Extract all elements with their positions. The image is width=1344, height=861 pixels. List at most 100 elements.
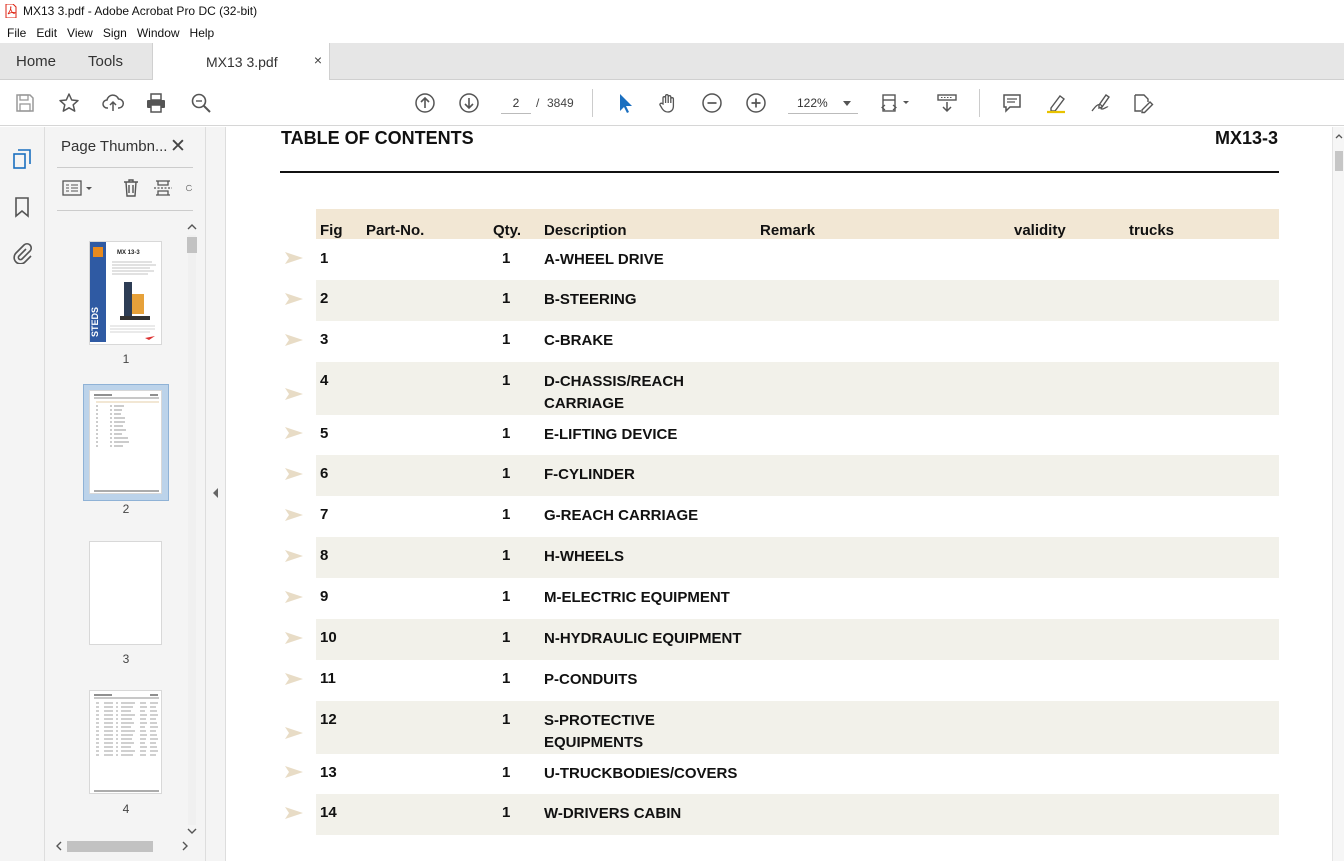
insert-page-icon[interactable] bbox=[153, 177, 173, 199]
page-up-icon[interactable] bbox=[412, 90, 438, 116]
star-icon[interactable] bbox=[56, 90, 82, 116]
thumbnail-page-1[interactable]: STEDS MX 13-3 bbox=[89, 241, 162, 345]
link-arrow-icon[interactable] bbox=[284, 508, 304, 522]
link-arrow-icon[interactable] bbox=[284, 590, 304, 604]
row-description[interactable]: B-STEERING bbox=[544, 289, 764, 311]
link-arrow-icon[interactable] bbox=[284, 426, 304, 440]
page-thumbnails-icon[interactable] bbox=[10, 147, 34, 171]
zoom-in-icon[interactable] bbox=[743, 90, 769, 116]
row-qty: 1 bbox=[502, 711, 511, 728]
row-description[interactable]: D-CHASSIS/REACH CARRIAGE bbox=[544, 371, 764, 415]
link-arrow-icon[interactable] bbox=[284, 467, 304, 481]
delete-page-icon[interactable] bbox=[121, 177, 141, 199]
scroll-down-icon[interactable] bbox=[185, 825, 199, 837]
table-row: 10 1 N-HYDRAULIC EQUIPMENT bbox=[316, 619, 1279, 660]
window-title: MX13 3.pdf - Adobe Acrobat Pro DC (32-bi… bbox=[23, 4, 258, 18]
divider bbox=[57, 167, 193, 168]
table-row: 5 1 E-LIFTING DEVICE bbox=[316, 415, 1279, 455]
close-tab-icon[interactable]: × bbox=[314, 52, 322, 68]
row-description[interactable]: P-CONDUITS bbox=[544, 669, 764, 691]
thumbnail-options-icon[interactable] bbox=[61, 177, 95, 199]
tab-document[interactable]: MX13 3.pdf × bbox=[152, 43, 330, 81]
row-fig: 1 bbox=[320, 250, 329, 267]
link-arrow-icon[interactable] bbox=[284, 726, 304, 740]
menu-view[interactable]: View bbox=[67, 26, 93, 40]
row-qty: 1 bbox=[502, 547, 511, 564]
scrollbar-thumb[interactable] bbox=[187, 237, 197, 253]
sign-icon[interactable] bbox=[1087, 90, 1113, 116]
bookmark-icon[interactable] bbox=[10, 195, 34, 219]
upload-icon[interactable] bbox=[100, 90, 126, 116]
col-part-no: Part-No. bbox=[366, 222, 425, 239]
row-description[interactable]: E-LIFTING DEVICE bbox=[544, 424, 764, 446]
highlight-icon[interactable] bbox=[1043, 90, 1069, 116]
comment-icon[interactable] bbox=[999, 90, 1025, 116]
link-arrow-icon[interactable] bbox=[284, 333, 304, 347]
link-arrow-icon[interactable] bbox=[284, 672, 304, 686]
document-vertical-scrollbar[interactable] bbox=[1332, 127, 1344, 861]
scrollbar-thumb[interactable] bbox=[67, 841, 153, 852]
tab-tools[interactable]: Tools bbox=[88, 43, 123, 80]
row-description-line: B-STEERING bbox=[544, 291, 637, 308]
edit-pdf-icon[interactable] bbox=[1130, 90, 1156, 116]
scroll-mode-icon[interactable] bbox=[934, 90, 960, 116]
row-description[interactable]: M-ELECTRIC EQUIPMENT bbox=[544, 587, 764, 609]
link-arrow-icon[interactable] bbox=[284, 387, 304, 401]
thumbnails-horizontal-scrollbar[interactable] bbox=[53, 839, 193, 853]
row-description-line: P-CONDUITS bbox=[544, 671, 638, 688]
rotate-page-icon[interactable] bbox=[185, 177, 193, 199]
scrollbar-thumb[interactable] bbox=[1335, 151, 1343, 171]
scroll-up-icon[interactable] bbox=[185, 221, 199, 233]
attachment-icon[interactable] bbox=[10, 241, 34, 265]
search-zoom-icon[interactable] bbox=[188, 90, 214, 116]
page-number-input[interactable] bbox=[501, 92, 531, 114]
select-arrow-icon[interactable] bbox=[611, 90, 637, 116]
save-icon[interactable] bbox=[12, 90, 38, 116]
menu-help[interactable]: Help bbox=[190, 26, 215, 40]
thumbnails-vertical-scrollbar[interactable] bbox=[185, 219, 199, 839]
scroll-up-icon[interactable] bbox=[1333, 131, 1344, 141]
print-icon[interactable] bbox=[143, 90, 169, 116]
link-arrow-icon[interactable] bbox=[284, 765, 304, 779]
scroll-left-icon[interactable] bbox=[53, 839, 65, 853]
menu-window[interactable]: Window bbox=[137, 26, 180, 40]
row-description[interactable]: U-TRUCKBODIES/COVERS bbox=[544, 763, 764, 785]
panel-collapse-handle[interactable] bbox=[206, 127, 226, 861]
thumbnail-page-3[interactable] bbox=[89, 541, 162, 645]
link-arrow-icon[interactable] bbox=[284, 549, 304, 563]
thumbnail-page-2[interactable] bbox=[89, 390, 162, 494]
toolbar-divider bbox=[979, 89, 980, 117]
hand-icon[interactable] bbox=[655, 90, 681, 116]
zoom-out-icon[interactable] bbox=[699, 90, 725, 116]
row-qty: 1 bbox=[502, 372, 511, 389]
link-arrow-icon[interactable] bbox=[284, 292, 304, 306]
fit-page-icon[interactable] bbox=[876, 90, 914, 116]
link-arrow-icon[interactable] bbox=[284, 631, 304, 645]
row-description[interactable]: N-HYDRAULIC EQUIPMENT bbox=[544, 628, 764, 650]
row-description[interactable]: W-DRIVERS CABIN bbox=[544, 803, 764, 825]
thumbnail-page-4[interactable] bbox=[89, 690, 162, 794]
link-arrow-icon[interactable] bbox=[284, 806, 304, 820]
col-validity: validity bbox=[1014, 222, 1066, 239]
thumbnail-label-3: 3 bbox=[122, 652, 130, 666]
page-down-icon[interactable] bbox=[456, 90, 482, 116]
menu-file[interactable]: File bbox=[7, 26, 26, 40]
row-description[interactable]: F-CYLINDER bbox=[544, 464, 764, 486]
zoom-select[interactable]: 122% bbox=[788, 92, 858, 114]
col-trucks: trucks bbox=[1129, 222, 1175, 239]
link-arrow-icon[interactable] bbox=[284, 251, 304, 265]
row-description[interactable]: G-REACH CARRIAGE bbox=[544, 505, 764, 527]
row-description-line: A-WHEEL DRIVE bbox=[544, 251, 664, 268]
close-icon[interactable]: ✕ bbox=[170, 135, 186, 158]
document-view[interactable]: TABLE OF CONTENTS MX13-3 Fig Part-No. Qt… bbox=[226, 127, 1332, 861]
row-description[interactable]: A-WHEEL DRIVE bbox=[544, 249, 764, 271]
menu-edit[interactable]: Edit bbox=[36, 26, 57, 40]
row-description[interactable]: C-BRAKE bbox=[544, 330, 764, 352]
tab-home[interactable]: Home bbox=[16, 43, 56, 80]
scroll-right-icon[interactable] bbox=[179, 839, 191, 853]
row-fig: 13 bbox=[320, 764, 337, 781]
menu-sign[interactable]: Sign bbox=[103, 26, 127, 40]
row-description[interactable]: S-PROTECTIVE EQUIPMENTS bbox=[544, 710, 764, 754]
row-description[interactable]: H-WHEELS bbox=[544, 546, 764, 568]
row-qty: 1 bbox=[502, 588, 511, 605]
